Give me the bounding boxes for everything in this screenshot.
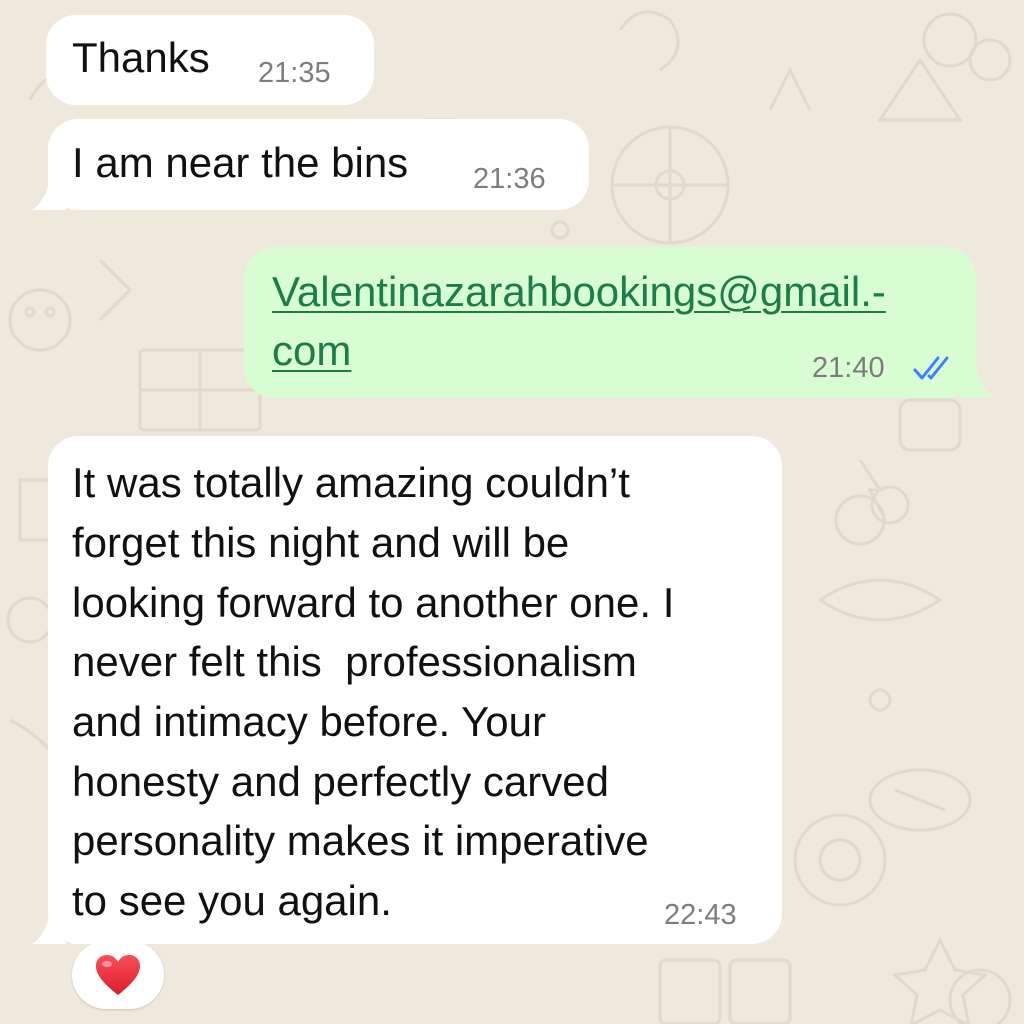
- email-link[interactable]: com: [272, 321, 351, 381]
- message-reaction[interactable]: [72, 941, 164, 1009]
- double-check-read-icon: [913, 356, 949, 380]
- message-bubble-incoming[interactable]: It was totally amazing couldn’t forget t…: [48, 436, 782, 944]
- message-bubble-incoming[interactable]: Thanks 21:35: [46, 15, 374, 105]
- message-bubble-outgoing[interactable]: Valentinazarahbookings@gmail.- com 21:40: [244, 247, 976, 398]
- message-text-line: It was totally amazing couldn’t: [72, 459, 630, 506]
- message-timestamp: 21:40: [812, 352, 885, 384]
- message-text-line: honesty and perfectly carved: [72, 758, 609, 805]
- red-heart-icon: [96, 955, 140, 995]
- message-text-line: and intimacy before. Your: [72, 698, 546, 745]
- message-timestamp: 22:43: [664, 899, 737, 931]
- message-text-line: forget this night and will be: [72, 519, 570, 566]
- message-timestamp: 21:35: [258, 57, 331, 89]
- message-bubble-incoming[interactable]: I am near the bins 21:36: [48, 119, 589, 210]
- email-link[interactable]: Valentinazarahbookings@gmail.-: [272, 262, 886, 322]
- message-text: Thanks: [72, 34, 210, 81]
- message-text-line: personality makes it imperative: [72, 817, 649, 864]
- message-text-line: looking forward to another one. I: [72, 579, 675, 626]
- message-text-line: never felt this professionalism: [72, 638, 637, 685]
- message-text: I am near the bins: [72, 139, 409, 186]
- message-timestamp: 21:36: [473, 163, 546, 195]
- message-text-line: to see you again.: [72, 877, 392, 924]
